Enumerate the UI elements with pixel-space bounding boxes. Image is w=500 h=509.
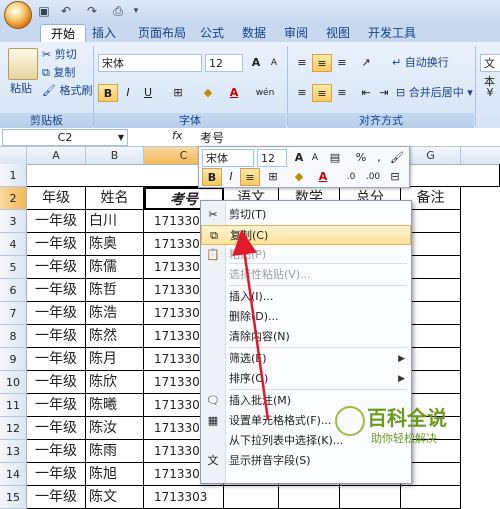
table-cell[interactable] bbox=[401, 486, 461, 509]
watermark: 百科全说 助你轻松解决 bbox=[335, 400, 485, 460]
name-cell[interactable]: 陈文 bbox=[86, 486, 144, 509]
table-cell[interactable] bbox=[224, 486, 279, 509]
arrow-line bbox=[232, 229, 270, 421]
watermark-subtitle: 助你轻松解决 bbox=[371, 432, 437, 445]
row-header[interactable]: 15 bbox=[0, 486, 27, 509]
office-button[interactable] bbox=[4, 1, 32, 29]
watermark-logo-icon bbox=[335, 406, 365, 436]
table-cell[interactable] bbox=[340, 486, 401, 509]
id-cell[interactable]: 1713303 bbox=[144, 486, 224, 509]
watermark-title: 百科全说 bbox=[367, 406, 447, 430]
grade-cell[interactable]: 一年级 bbox=[27, 486, 86, 509]
table-cell[interactable] bbox=[279, 486, 340, 509]
